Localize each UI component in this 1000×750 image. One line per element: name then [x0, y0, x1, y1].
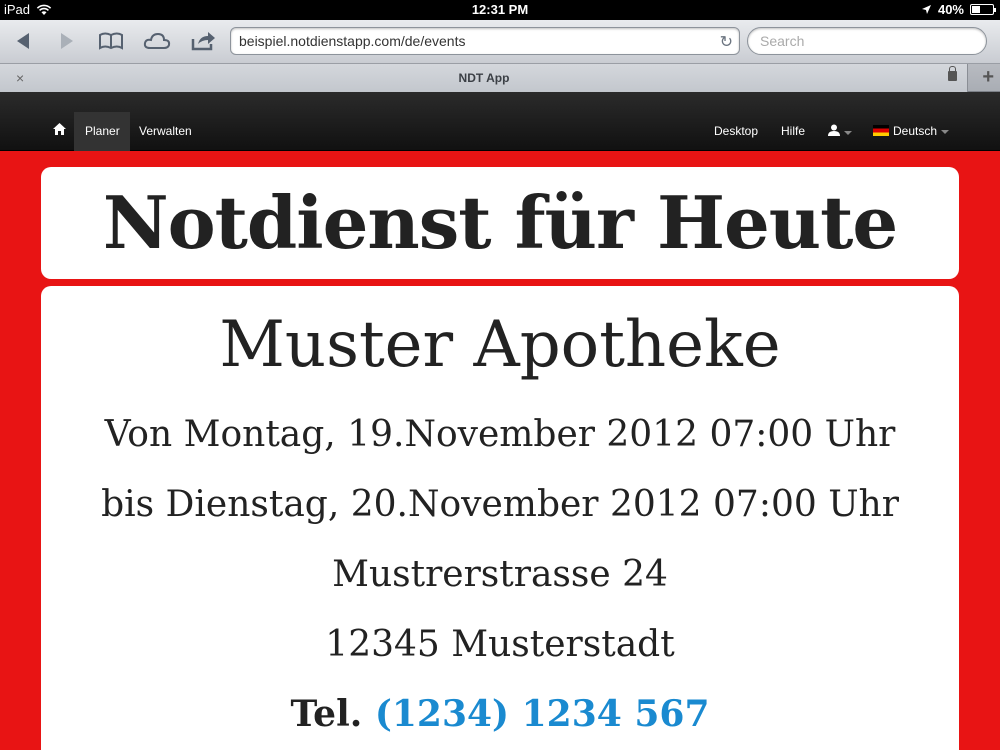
chevron-down-icon [844, 130, 852, 135]
icloud-button[interactable] [142, 28, 172, 54]
nav-desktop[interactable]: Desktop [704, 112, 768, 151]
search-input[interactable]: Search [747, 27, 987, 55]
duty-end: bis Dienstag, 20.November 2012 07:00 Uhr [101, 484, 899, 525]
address-city: 12345 Musterstadt [325, 624, 675, 665]
nav-home[interactable] [45, 112, 74, 151]
duty-start: Von Montag, 19.November 2012 07:00 Uhr [104, 414, 896, 455]
phone-link[interactable]: (1234) 1234 567 [375, 693, 710, 735]
share-button[interactable] [188, 28, 218, 54]
url-text: beispiel.notdienstapp.com/de/events [239, 33, 466, 49]
user-icon [828, 124, 840, 136]
battery-percent: 40% [937, 2, 964, 17]
bookmarks-button[interactable] [96, 28, 126, 54]
nav-planer[interactable]: Planer [74, 112, 130, 151]
status-time: 12:31 PM [471, 2, 529, 17]
battery-level [972, 6, 980, 13]
pharmacy-name: Muster Apotheke [219, 308, 781, 382]
new-tab-button[interactable]: + [982, 66, 994, 89]
pharmacy-card: Muster Apotheke Von Montag, 19.November … [41, 286, 959, 750]
back-icon [17, 33, 29, 49]
phone-line: Tel. (1234) 1234 567 [41, 692, 959, 736]
browser-toolbar: beispiel.notdienstapp.com/de/events ↻ Se… [0, 20, 1000, 64]
status-bar: iPad 12:31 PM 40% [0, 0, 1000, 20]
address-street: Mustrerstrasse 24 [332, 554, 668, 595]
forward-button[interactable] [52, 28, 82, 54]
icloud-icon [143, 32, 171, 49]
phone-label: Tel. [290, 693, 363, 735]
bookmarks-icon [99, 32, 123, 50]
location-arrow-icon [921, 5, 931, 14]
language-label: Deutsch [893, 124, 938, 138]
tab-title: NDT App [458, 71, 510, 85]
tab-ndt-app[interactable]: × NDT App [0, 64, 968, 92]
flag-de-icon [873, 125, 889, 136]
nav-user-menu[interactable] [818, 112, 862, 151]
nav-hilfe[interactable]: Hilfe [771, 112, 815, 151]
tab-bar: × NDT App + [0, 64, 1000, 92]
home-icon [53, 123, 66, 135]
nav-language-menu[interactable]: Deutsch [863, 112, 959, 151]
search-placeholder: Search [760, 33, 805, 49]
battery-icon [970, 4, 996, 15]
chevron-down-icon [941, 129, 950, 134]
title-card: Notdienst für Heute [41, 167, 959, 279]
nav-verwalten[interactable]: Verwalten [129, 112, 202, 151]
forward-icon [61, 33, 73, 49]
site-navbar: Planer Verwalten Desktop Hilfe Deutsch [0, 92, 1000, 151]
share-icon [191, 32, 215, 51]
page-title: Notdienst für Heute [102, 180, 898, 265]
lock-icon [948, 66, 957, 81]
url-field[interactable]: beispiel.notdienstapp.com/de/events ↻ [230, 27, 740, 55]
reload-icon[interactable]: ↻ [720, 32, 733, 52]
back-button[interactable] [8, 28, 38, 54]
